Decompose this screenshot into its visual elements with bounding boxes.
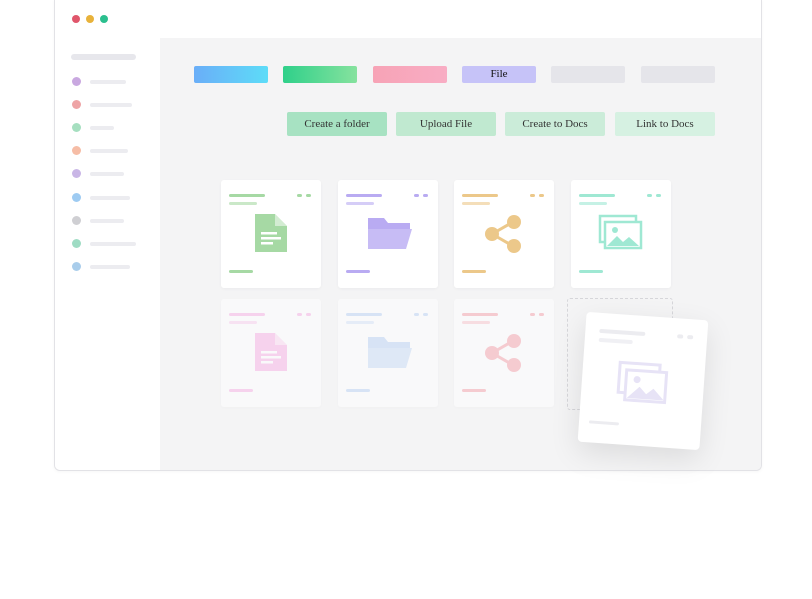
minimize-window-icon[interactable] [86, 15, 94, 23]
card-footer-placeholder [229, 389, 253, 392]
card-title-placeholder [229, 194, 265, 197]
create-folder-button[interactable]: Create a folder [287, 112, 387, 136]
card-menu-icon[interactable] [297, 194, 302, 197]
card-menu-icon[interactable] [647, 194, 652, 197]
maximize-window-icon[interactable] [100, 15, 108, 23]
image-icon [598, 214, 643, 250]
card-menu-icon[interactable] [687, 334, 694, 340]
card-subtitle-placeholder [462, 321, 490, 324]
share-icon [485, 334, 521, 372]
sidebar-item-label-placeholder [90, 172, 124, 176]
card-menu-icon[interactable] [530, 313, 535, 316]
card-subtitle-placeholder [598, 337, 633, 345]
card-menu-icon[interactable] [677, 334, 684, 339]
card-subtitle-placeholder [229, 202, 257, 205]
card-footer-placeholder [579, 270, 603, 273]
card-subtitle-placeholder [229, 321, 257, 324]
tab-2[interactable] [283, 66, 357, 83]
card-menu-icon[interactable] [306, 313, 311, 316]
share-icon [485, 215, 521, 253]
card-footer-placeholder [229, 270, 253, 273]
sidebar-item-dot-icon [72, 77, 81, 86]
sidebar-item-dot-icon [72, 123, 81, 132]
card-title-placeholder [462, 313, 498, 316]
card-title-placeholder [346, 313, 382, 316]
folder-card[interactable] [338, 299, 438, 407]
card-menu-icon[interactable] [530, 194, 535, 197]
card-subtitle-placeholder [346, 321, 374, 324]
sidebar-item-label-placeholder [90, 242, 136, 246]
card-title-placeholder [229, 313, 265, 316]
card-title-placeholder [346, 194, 382, 197]
card-menu-icon[interactable] [656, 194, 661, 197]
card-footer-placeholder [346, 389, 370, 392]
tab-3[interactable] [373, 66, 447, 83]
card-footer-placeholder [346, 270, 370, 273]
sidebar-item-dot-icon [72, 216, 81, 225]
link-to-docs-button[interactable]: Link to Docs [615, 112, 715, 136]
tab-5[interactable] [551, 66, 625, 83]
card-footer-placeholder [462, 270, 486, 273]
card-title-placeholder [579, 194, 615, 197]
folder-card[interactable] [338, 180, 438, 288]
card-menu-icon[interactable] [414, 313, 419, 316]
create-to-docs-button[interactable]: Create to Docs [505, 112, 605, 136]
sidebar-item-dot-icon [72, 262, 81, 271]
document-icon [255, 214, 287, 252]
dragged-image-card[interactable] [577, 311, 709, 451]
sidebar-item-label-placeholder [90, 265, 130, 269]
tab-6[interactable] [641, 66, 715, 83]
sidebar-item-label-placeholder [90, 196, 130, 200]
sidebar-header-placeholder [71, 54, 136, 60]
image-card[interactable] [571, 180, 671, 288]
card-title-placeholder [462, 194, 498, 197]
tab-1[interactable] [194, 66, 268, 83]
upload-file-button[interactable]: Upload File [396, 112, 496, 136]
card-footer-placeholder [588, 420, 620, 426]
card-menu-icon[interactable] [423, 313, 428, 316]
card-menu-icon[interactable] [297, 313, 302, 316]
sidebar-item-dot-icon [72, 193, 81, 202]
card-menu-icon[interactable] [539, 313, 544, 316]
sidebar-item-label-placeholder [90, 126, 114, 130]
card-subtitle-placeholder [346, 202, 374, 205]
document-icon [255, 333, 287, 371]
share-card[interactable] [454, 180, 554, 288]
file-card[interactable] [221, 180, 321, 288]
card-menu-icon[interactable] [423, 194, 428, 197]
file-card[interactable] [221, 299, 321, 407]
tab-file[interactable]: File [462, 66, 536, 83]
card-subtitle-placeholder [462, 202, 490, 205]
folder-icon [368, 337, 412, 368]
card-subtitle-placeholder [579, 202, 607, 205]
card-menu-icon[interactable] [306, 194, 311, 197]
sidebar-item-dot-icon [72, 239, 81, 248]
sidebar-item-label-placeholder [90, 219, 124, 223]
title-bar [55, 0, 761, 39]
image-icon [616, 360, 669, 405]
card-footer-placeholder [462, 389, 486, 392]
sidebar-item-label-placeholder [90, 80, 126, 84]
folder-icon [368, 218, 412, 249]
close-window-icon[interactable] [72, 15, 80, 23]
sidebar-item-dot-icon [72, 100, 81, 109]
card-title-placeholder [599, 328, 646, 337]
sidebar-item-dot-icon [72, 169, 81, 178]
sidebar-item-dot-icon [72, 146, 81, 155]
sidebar-item-label-placeholder [90, 149, 128, 153]
sidebar-item-label-placeholder [90, 103, 132, 107]
card-menu-icon[interactable] [539, 194, 544, 197]
sidebar [55, 38, 160, 470]
share-card[interactable] [454, 299, 554, 407]
card-menu-icon[interactable] [414, 194, 419, 197]
